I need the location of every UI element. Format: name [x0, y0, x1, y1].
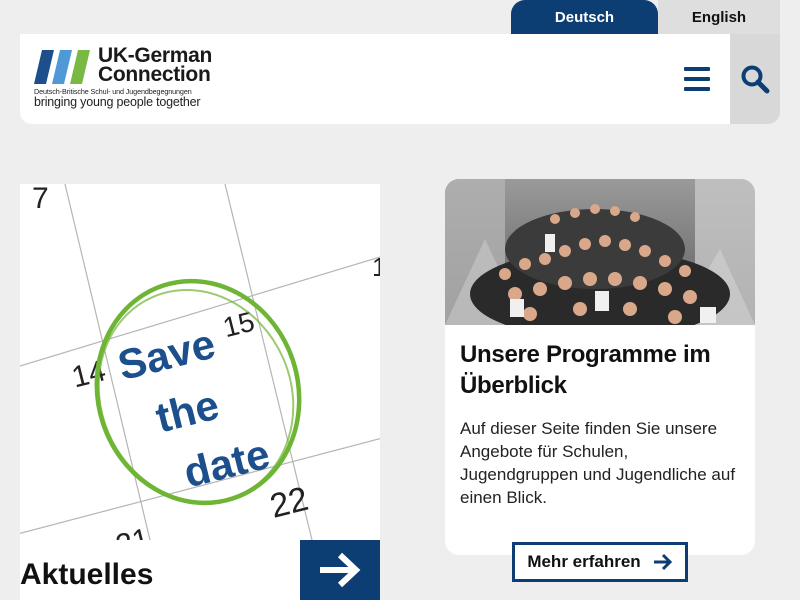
logo-title-line2: Connection [98, 63, 211, 86]
group-photo-image [445, 179, 755, 325]
programmes-card-title[interactable]: Unsere Programme im Überblick [460, 339, 745, 401]
logo-tagline: bringing young people together [34, 95, 201, 109]
menu-button[interactable] [680, 64, 714, 94]
hamburger-menu-icon-bar [684, 87, 710, 91]
arrow-right-icon [653, 553, 672, 571]
programmes-card-description: Auf dieser Seite finden Sie unsere Angeb… [460, 419, 736, 507]
hamburger-menu-icon-bar [684, 77, 710, 81]
calendar-number-1: 1 [372, 252, 380, 282]
language-switch: Deutsch English [511, 0, 780, 34]
programmes-card[interactable]: Unsere Programme im Überblick Auf dieser… [445, 179, 755, 555]
more-info-button-label: Mehr erfahren [527, 552, 641, 571]
search-button[interactable] [730, 34, 780, 124]
site-header: UK-German Connection Deutsch-Britische S… [20, 34, 780, 124]
news-card-arrow-button[interactable] [300, 540, 380, 600]
more-info-button[interactable]: Mehr erfahren [512, 542, 688, 582]
logo-title: UK-German Connection [98, 45, 212, 86]
arrow-right-icon [320, 552, 361, 588]
site-logo[interactable]: UK-German Connection Deutsch-Britische S… [34, 45, 234, 112]
hamburger-menu-icon-bar [684, 67, 710, 71]
search-icon [741, 65, 770, 94]
news-card-title[interactable]: Aktuelles [20, 558, 153, 592]
calendar-number-7: 7 [32, 184, 49, 215]
news-card[interactable]: 7 14 15 22 21 1 Save the date [20, 184, 380, 600]
language-english-tab[interactable]: English [658, 0, 780, 34]
logo-stripes-icon [34, 50, 90, 84]
language-deutsch-tab[interactable]: Deutsch [511, 0, 658, 34]
save-the-date-calendar-image: 7 14 15 22 21 1 Save the date [20, 184, 380, 540]
